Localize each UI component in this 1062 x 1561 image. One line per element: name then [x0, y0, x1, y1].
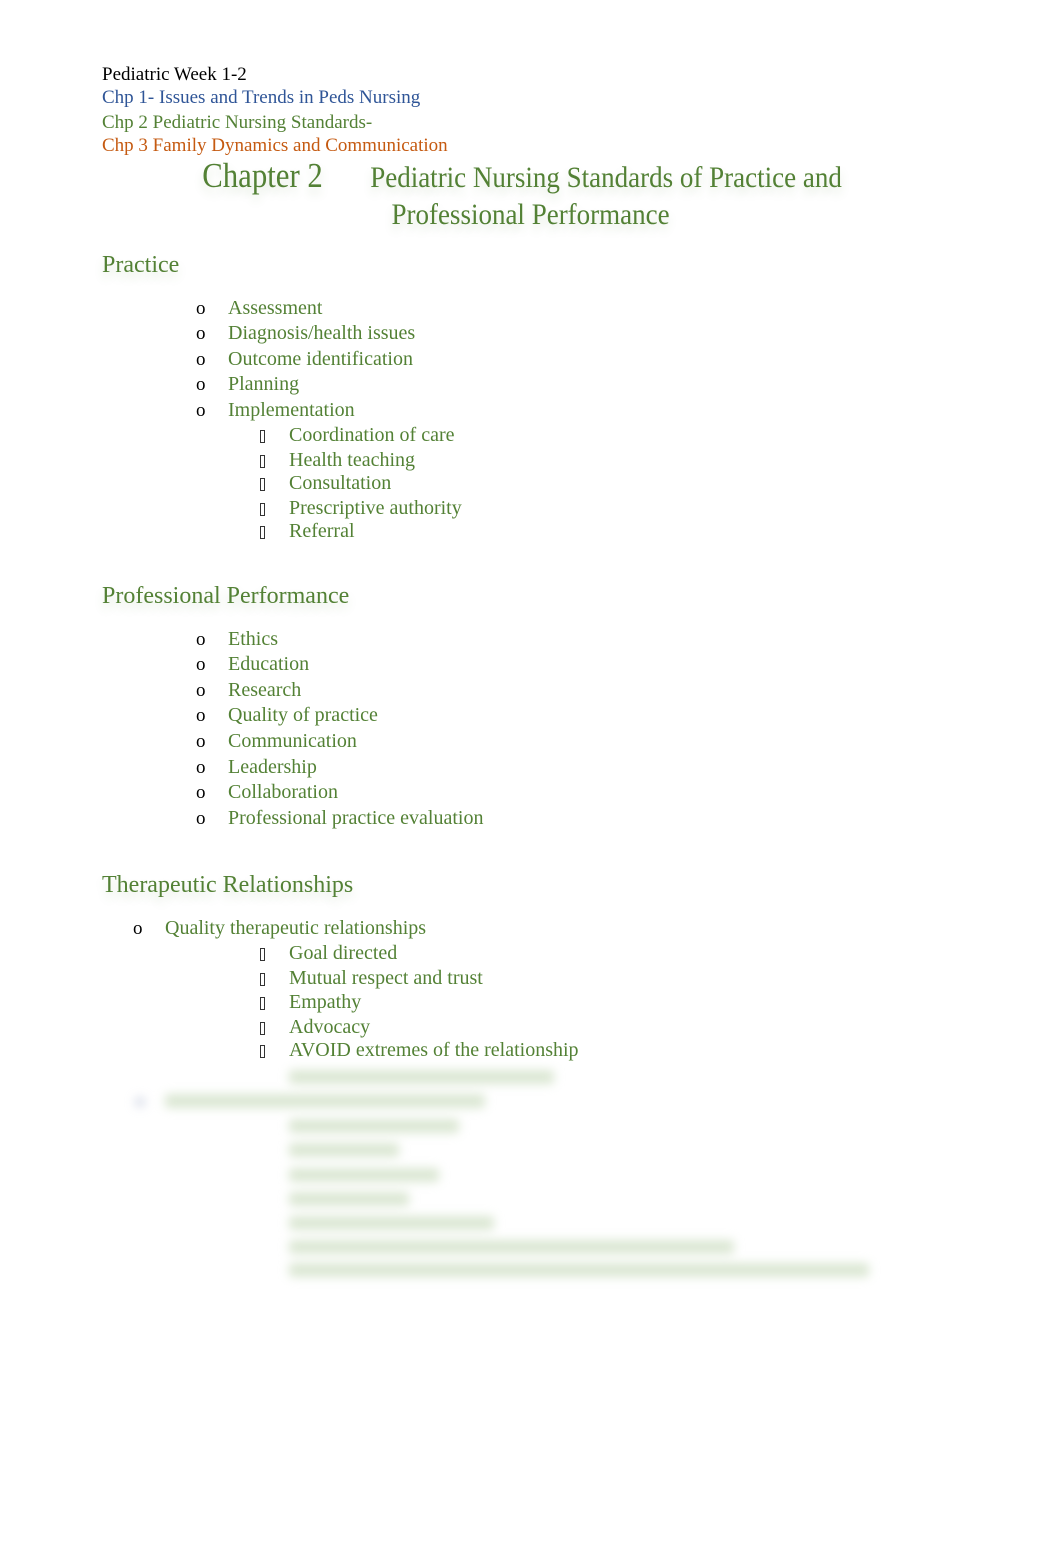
blurred-bullet-icon [135, 1097, 145, 1107]
blurred-content-region [0, 0, 1062, 1561]
blurred-line [289, 1070, 554, 1084]
blurred-line [289, 1143, 399, 1157]
blurred-line [165, 1094, 485, 1108]
blurred-line [289, 1263, 869, 1277]
blurred-line [289, 1216, 494, 1230]
blurred-line [289, 1192, 409, 1206]
blurred-line [289, 1119, 459, 1133]
blurred-line [289, 1240, 734, 1254]
blurred-line [289, 1168, 439, 1182]
document-page: Pediatric Week 1-2 Chp 1- Issues and Tre… [0, 0, 1062, 1561]
